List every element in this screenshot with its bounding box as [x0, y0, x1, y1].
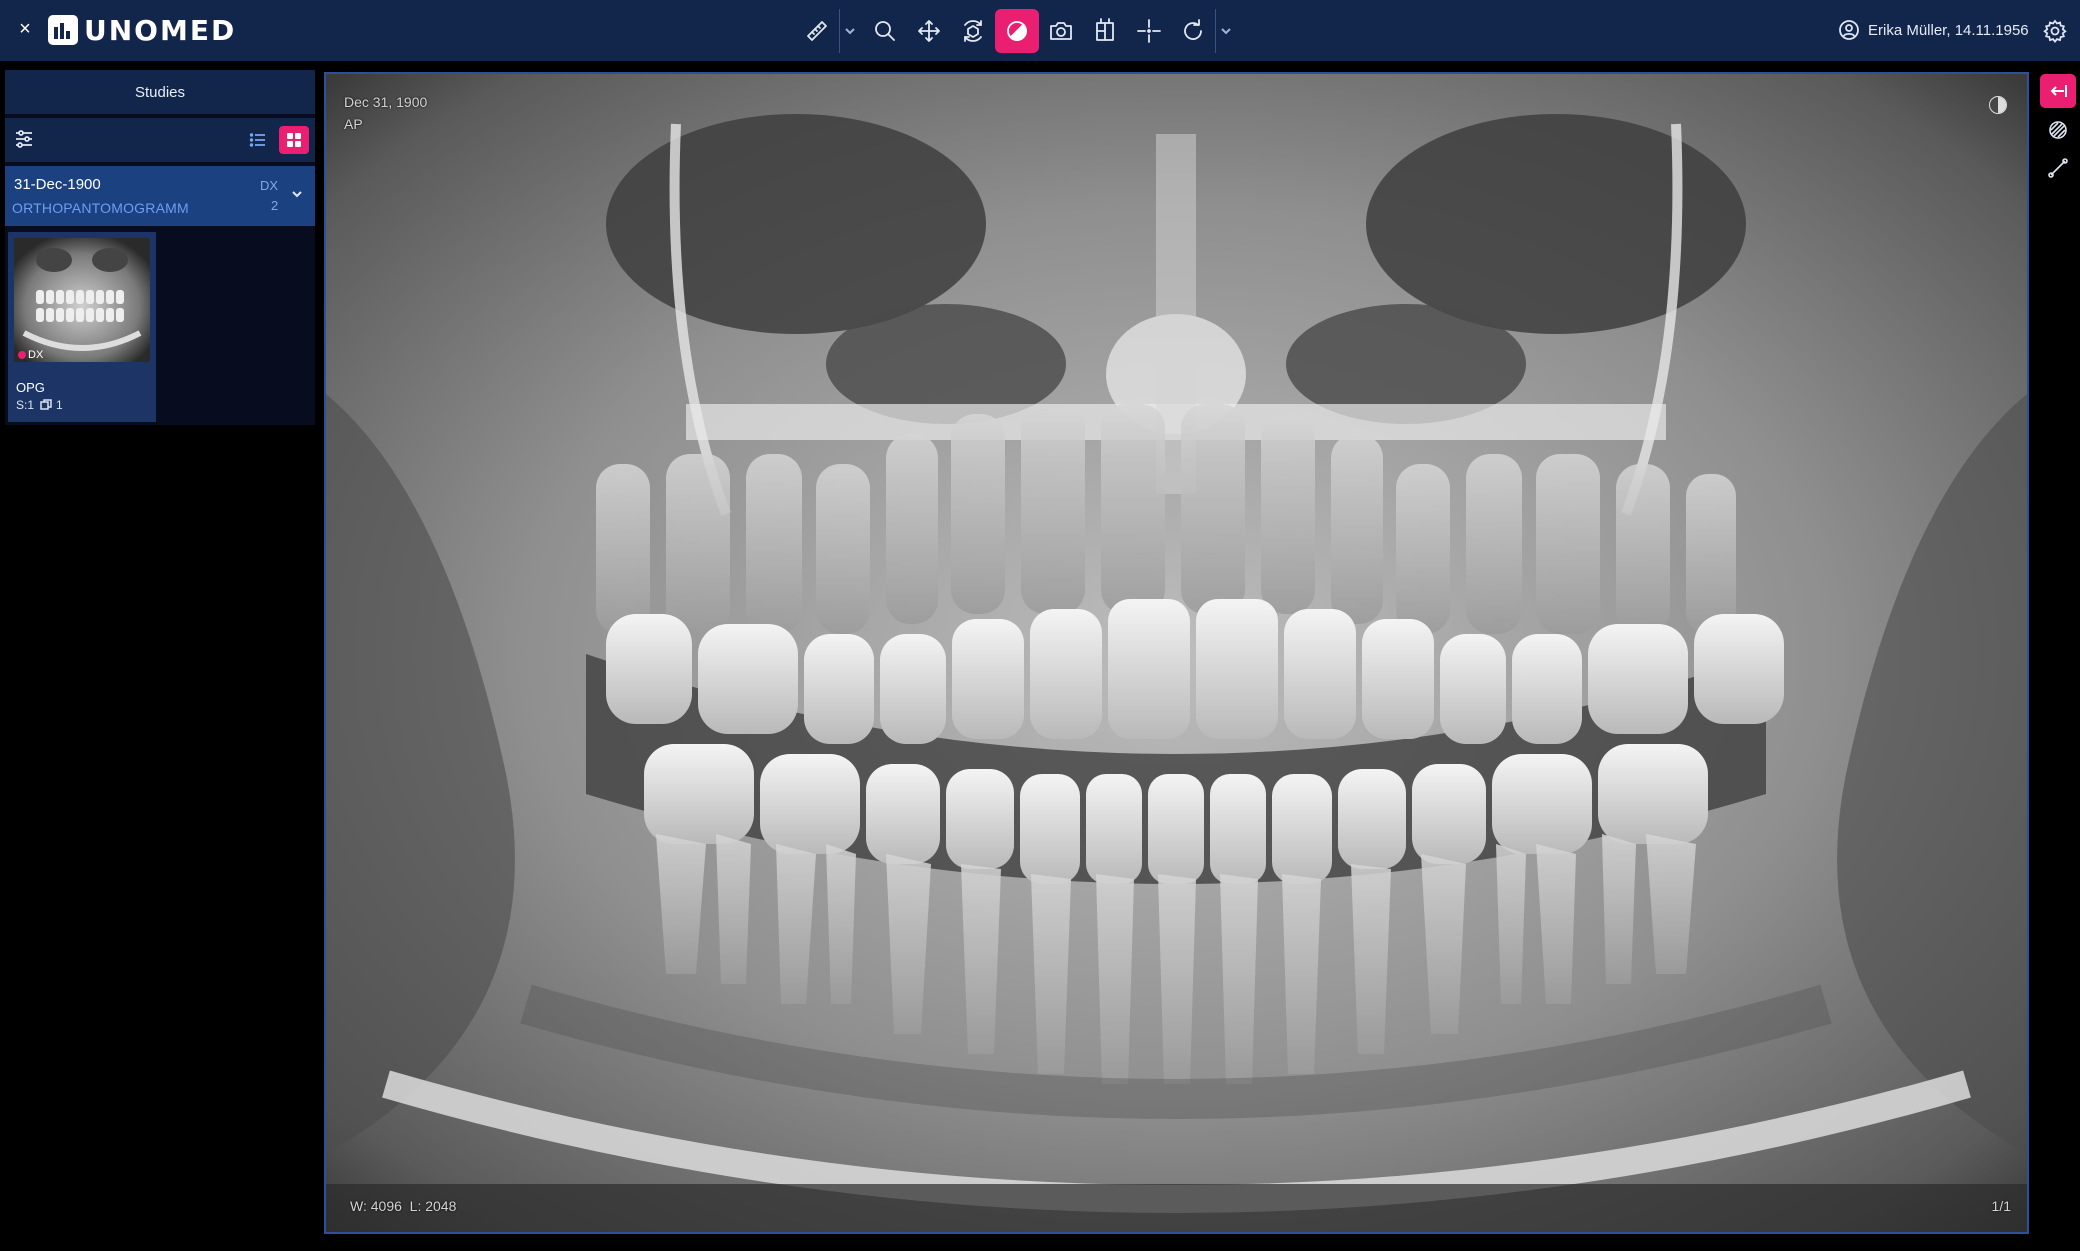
- overlay-frame-counter: 1/1: [1991, 1198, 2011, 1214]
- overlay-view-position: AP: [344, 116, 363, 132]
- study-description: ORTHOPANTOMOGRAMM: [12, 200, 189, 216]
- study-expand-button[interactable]: [289, 186, 305, 202]
- window-level-tool-button[interactable]: [995, 8, 1039, 53]
- window-level-icon: [1007, 20, 1027, 41]
- study-date: 31-Dec-1900: [14, 176, 101, 193]
- camera-icon: [1050, 21, 1072, 40]
- logo-mark-icon: [48, 15, 78, 45]
- gear-icon: [2043, 19, 2067, 44]
- arrow-left-bar-icon: [2050, 85, 2067, 97]
- pan-icon: [918, 19, 940, 42]
- zoom-icon: [875, 20, 895, 41]
- list-view-button[interactable]: [243, 126, 273, 154]
- studies-panel: Studies 31-Dec-1900 ORTHOPANTOMOGRAMM DX…: [5, 70, 315, 425]
- image-viewport[interactable]: Dec 31, 1900 AP W: 4096 L: 2048 1/1: [324, 72, 2029, 1234]
- chevron-down-icon: [1220, 27, 1231, 34]
- patient-info[interactable]: Erika Müller, 14.11.1956: [1838, 18, 2029, 42]
- reset-dropdown-button[interactable]: [1215, 8, 1235, 53]
- right-tool-strip: [2038, 72, 2080, 1251]
- zoom-tool-button[interactable]: [863, 9, 907, 53]
- top-bar: × UNOMED Erika Müller, 14.11.1956: [0, 0, 2080, 61]
- patient-name: Erika Müller, 14.11.1956: [1868, 21, 2029, 39]
- studies-filter-row: [5, 118, 315, 162]
- overlay-window-level: W: 4096 L: 2048: [350, 1198, 457, 1214]
- series-thumbnail[interactable]: DX OPG S:1 1: [8, 232, 156, 422]
- viewer-toolbar: [795, 8, 1235, 53]
- series-instance-count: 1: [56, 398, 63, 412]
- study-modality: DX: [260, 178, 279, 193]
- grid-icon: [287, 133, 301, 147]
- rotate-3d-tool-button[interactable]: [951, 9, 995, 53]
- study-item[interactable]: 31-Dec-1900 ORTHOPANTOMOGRAMM DX 2: [5, 166, 315, 226]
- line-measure-icon: [2048, 158, 2068, 178]
- rotate-3d-icon: [964, 19, 982, 42]
- measurement-button[interactable]: [2046, 156, 2070, 180]
- copy-icon: [40, 399, 52, 410]
- layout-tool-button[interactable]: [1083, 9, 1127, 53]
- chevron-down-icon: [844, 27, 855, 34]
- layout-grid-icon: [1096, 17, 1114, 41]
- ruler-tool-button[interactable]: [795, 9, 839, 53]
- sliders-icon: [16, 130, 32, 148]
- filter-button[interactable]: [13, 128, 37, 152]
- segmentation-button[interactable]: [2046, 118, 2070, 142]
- panoramic-xray-image: [326, 74, 2027, 1232]
- user-icon: [1839, 20, 1859, 40]
- capture-tool-button[interactable]: [1039, 9, 1083, 53]
- settings-button[interactable]: [2042, 18, 2068, 44]
- pan-tool-button[interactable]: [907, 9, 951, 53]
- grid-view-button[interactable]: [279, 126, 309, 154]
- status-dot-icon: [18, 351, 26, 359]
- study-series-count: 2: [271, 198, 279, 213]
- list-icon: [249, 133, 265, 147]
- studies-header: Studies: [5, 70, 315, 114]
- close-button[interactable]: ×: [14, 18, 36, 40]
- reset-icon: [1184, 18, 1202, 40]
- chevron-down-icon: [292, 191, 302, 198]
- series-info: S:1 1: [16, 398, 63, 412]
- reset-tool-button[interactable]: [1171, 9, 1215, 53]
- logo-text: UNOMED: [84, 13, 237, 47]
- series-name: OPG: [16, 380, 45, 395]
- series-thumbnail-image: [14, 238, 150, 362]
- overlay-study-date: Dec 31, 1900: [344, 94, 428, 110]
- ruler-icon: [807, 20, 827, 41]
- hatched-circle-icon: [2049, 121, 2067, 139]
- crosshair-tool-button[interactable]: [1127, 9, 1171, 53]
- invert-toggle-icon[interactable]: [1989, 96, 2007, 114]
- series-modality-badge: DX: [18, 349, 43, 361]
- collapse-panel-button[interactable]: [2040, 74, 2076, 108]
- crosshair-icon: [1137, 18, 1161, 43]
- ruler-dropdown-button[interactable]: [839, 8, 859, 53]
- series-number: S:1: [16, 398, 35, 412]
- unomed-logo: UNOMED: [48, 13, 236, 47]
